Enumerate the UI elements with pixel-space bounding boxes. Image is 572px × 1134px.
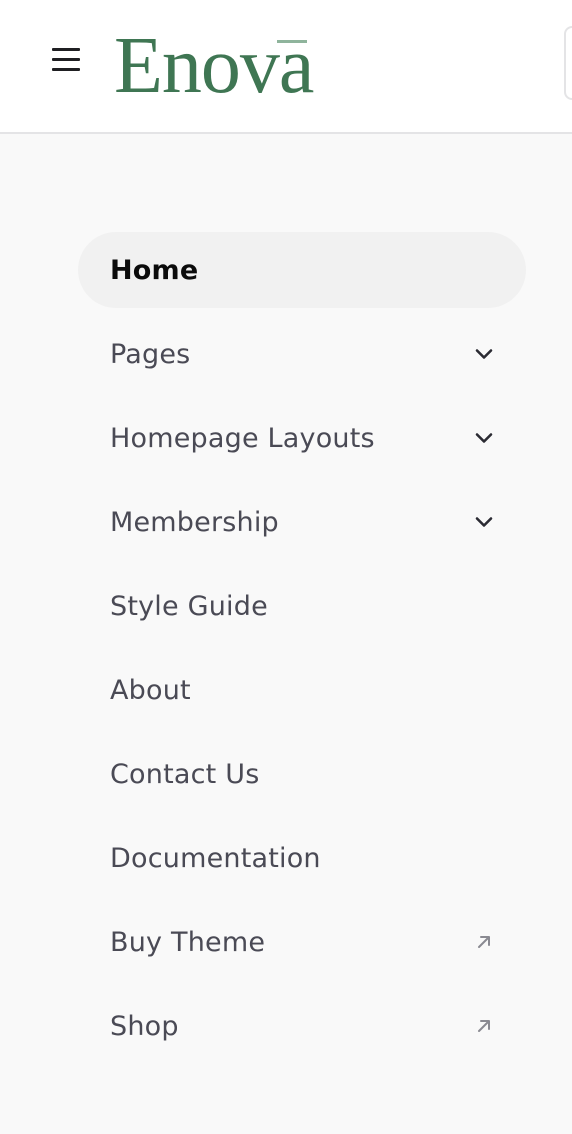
menu-item-label: Contact Us: [110, 758, 260, 790]
menu-item-home[interactable]: Home: [78, 232, 526, 308]
menu-item-shop[interactable]: Shop: [78, 988, 526, 1064]
menu-item-label: Buy Theme: [110, 926, 266, 958]
hamburger-menu-icon[interactable]: [46, 40, 86, 80]
menu-item-buy-theme[interactable]: Buy Theme: [78, 904, 526, 980]
chevron-down-icon[interactable]: [472, 426, 496, 450]
menu-item-contact-us[interactable]: Contact Us: [78, 736, 526, 812]
mobile-nav-menu: Home Pages Homepage Layouts Membership S…: [78, 232, 526, 1072]
menu-item-label: Style Guide: [110, 590, 268, 622]
header-action-partial[interactable]: [564, 26, 572, 100]
menu-item-membership[interactable]: Membership: [78, 484, 526, 560]
hamburger-line: [52, 48, 80, 51]
brand-logo-text: Enova: [114, 22, 314, 110]
site-header: Enova: [0, 0, 572, 134]
menu-item-label: Homepage Layouts: [110, 422, 375, 454]
hamburger-line: [52, 58, 80, 61]
logo-macron: [277, 40, 308, 43]
menu-item-style-guide[interactable]: Style Guide: [78, 568, 526, 644]
menu-item-about[interactable]: About: [78, 652, 526, 728]
menu-item-pages[interactable]: Pages: [78, 316, 526, 392]
menu-item-label: Shop: [110, 1010, 179, 1042]
external-arrow-icon: [472, 1014, 496, 1038]
menu-item-label: Documentation: [110, 842, 321, 874]
brand-logo[interactable]: Enova: [114, 14, 314, 110]
menu-item-documentation[interactable]: Documentation: [78, 820, 526, 896]
chevron-down-icon[interactable]: [472, 342, 496, 366]
hamburger-line: [52, 68, 80, 71]
menu-item-label: About: [110, 674, 191, 706]
chevron-down-icon[interactable]: [472, 510, 496, 534]
menu-item-label: Membership: [110, 506, 279, 538]
external-arrow-icon: [472, 930, 496, 954]
menu-item-homepage-layouts[interactable]: Homepage Layouts: [78, 400, 526, 476]
menu-item-label: Home: [110, 254, 199, 286]
menu-item-label: Pages: [110, 338, 191, 370]
